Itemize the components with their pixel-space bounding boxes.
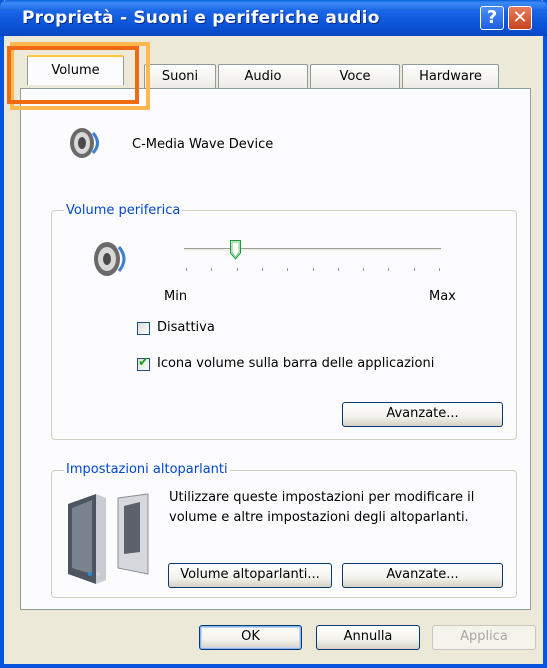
button-label: Avanzate... bbox=[386, 567, 459, 582]
slider-tick bbox=[287, 268, 289, 271]
tab-label: Hardware bbox=[419, 69, 482, 84]
button-label: Avanzate... bbox=[386, 406, 459, 421]
slider-tick bbox=[439, 268, 440, 271]
slider-tick bbox=[413, 268, 415, 271]
slider-tick bbox=[337, 268, 339, 271]
tab-highlight-inner bbox=[7, 46, 139, 104]
button-label: OK bbox=[241, 629, 260, 644]
speaker-volume-button[interactable]: Volume altoparlanti... bbox=[168, 563, 332, 588]
checkmark-icon: ✔ bbox=[138, 355, 149, 370]
properties-dialog: Proprietà - Suoni e periferiche audio ? … bbox=[0, 0, 547, 668]
button-label: Applica bbox=[460, 629, 508, 644]
button-label: Volume altoparlanti... bbox=[180, 567, 320, 582]
mute-checkbox[interactable] bbox=[137, 322, 150, 335]
device-advanced-button[interactable]: Avanzate... bbox=[342, 402, 503, 427]
slider-tick bbox=[236, 268, 238, 271]
close-button[interactable]: ✕ bbox=[508, 6, 532, 30]
speaker-advanced-button[interactable]: Avanzate... bbox=[342, 563, 503, 588]
tray-icon-label[interactable]: Icona volume sulla barra delle applicazi… bbox=[157, 356, 434, 371]
close-icon: ✕ bbox=[512, 7, 528, 28]
tab-label: Audio bbox=[244, 69, 282, 84]
apply-button[interactable]: Applica bbox=[432, 625, 536, 650]
tab-label: Suoni bbox=[161, 69, 199, 84]
mute-label[interactable]: Disattiva bbox=[157, 320, 215, 335]
speakers-icon bbox=[68, 493, 149, 584]
slider-tick bbox=[261, 268, 263, 271]
speaker-settings-group-label: Impostazioni altoparlanti bbox=[64, 462, 230, 477]
device-volume-group-label: Volume periferica bbox=[64, 203, 183, 218]
tray-icon-checkbox[interactable]: ✔ bbox=[137, 355, 150, 371]
help-icon: ? bbox=[486, 7, 498, 28]
title-bar[interactable]: Proprietà - Suoni e periferiche audio ? … bbox=[0, 0, 547, 36]
slider-tick bbox=[211, 268, 213, 271]
slider-tick bbox=[363, 268, 365, 271]
volume-speaker-icon bbox=[94, 242, 126, 276]
cancel-button[interactable]: Annulla bbox=[316, 625, 420, 650]
tab-audio[interactable]: Audio bbox=[218, 64, 308, 88]
tab-label: Voce bbox=[339, 69, 371, 84]
button-label: Annulla bbox=[343, 629, 393, 644]
tab-hardware[interactable]: Hardware bbox=[402, 64, 499, 88]
speaker-description: Utilizzare queste impostazioni per modif… bbox=[169, 490, 475, 525]
slider-tick bbox=[312, 268, 314, 271]
volume-slider-track[interactable] bbox=[184, 248, 441, 252]
device-name: C-Media Wave Device bbox=[132, 137, 274, 152]
help-button[interactable]: ? bbox=[480, 6, 504, 30]
slider-max-label: Max bbox=[429, 289, 456, 304]
window-title: Proprietà - Suoni e periferiche audio bbox=[22, 8, 380, 28]
slider-min-label: Min bbox=[164, 289, 188, 304]
volume-slider-thumb[interactable] bbox=[230, 240, 242, 260]
slider-tick bbox=[388, 268, 390, 271]
speaker-icon bbox=[70, 128, 99, 158]
slider-tick bbox=[186, 268, 187, 271]
ok-button[interactable]: OK bbox=[199, 625, 302, 650]
tab-voce[interactable]: Voce bbox=[310, 64, 400, 88]
tab-suoni[interactable]: Suoni bbox=[144, 64, 216, 88]
